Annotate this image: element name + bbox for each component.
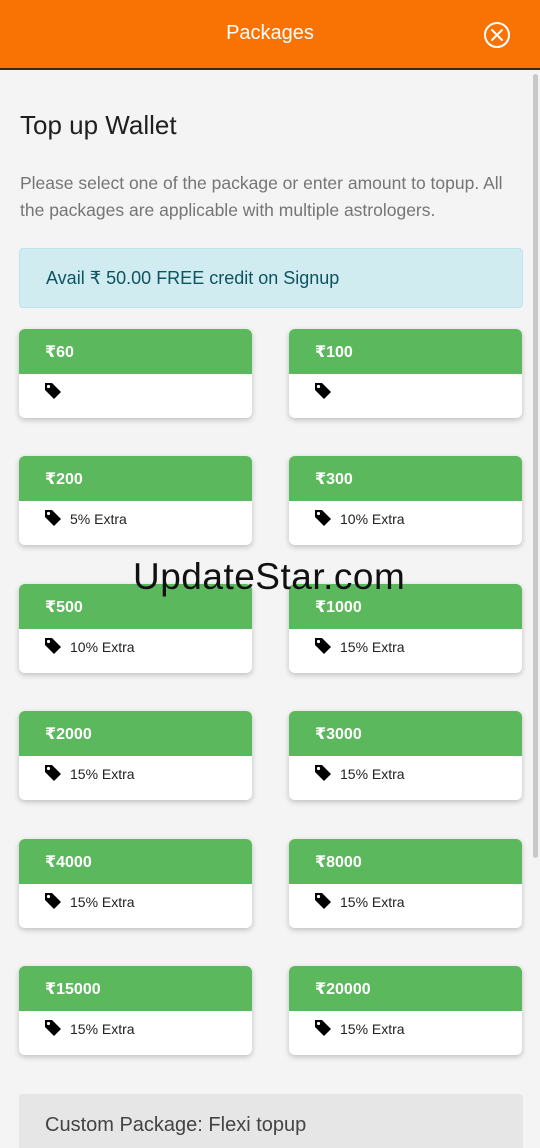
tag-icon (45, 1020, 61, 1036)
package-price: ₹20000 (315, 981, 371, 998)
package-card[interactable]: ₹3000 15% Extra (289, 711, 522, 800)
header-bar: Packages (0, 0, 540, 70)
tag-icon (45, 638, 61, 654)
tag-icon (45, 383, 61, 399)
package-header: ₹200 (19, 456, 252, 501)
package-body: 15% Extra (19, 884, 252, 928)
tag-icon (315, 383, 331, 399)
package-extra: 10% Extra (70, 639, 135, 655)
package-header: ₹15000 (19, 966, 252, 1011)
page-description: Please select one of the package or ente… (20, 173, 503, 220)
package-price: ₹200 (45, 471, 83, 488)
package-price: ₹1000 (315, 599, 362, 616)
package-body: 15% Extra (19, 1011, 252, 1055)
package-body: 15% Extra (289, 884, 522, 928)
package-price: ₹60 (45, 344, 74, 361)
package-extra: 15% Extra (70, 1021, 135, 1037)
package-body (289, 374, 522, 418)
package-extra: 15% Extra (340, 639, 405, 655)
package-header: ₹4000 (19, 839, 252, 884)
package-header: ₹20000 (289, 966, 522, 1011)
package-header: ₹8000 (289, 839, 522, 884)
package-header: ₹2000 (19, 711, 252, 756)
package-price: ₹100 (315, 344, 353, 361)
package-body: 15% Extra (289, 1011, 522, 1055)
package-body: 5% Extra (19, 501, 252, 545)
package-body (19, 374, 252, 418)
package-body: 15% Extra (19, 756, 252, 800)
signup-credit-alert: Avail ₹ 50.00 FREE credit on Signup (19, 248, 523, 308)
package-card[interactable]: ₹4000 15% Extra (19, 839, 252, 928)
package-card[interactable]: ₹200 5% Extra (19, 456, 252, 545)
package-card[interactable]: ₹100 (289, 329, 522, 418)
tag-icon (315, 893, 331, 909)
signup-credit-text: Avail ₹ 50.00 FREE credit on Signup (46, 268, 340, 288)
package-price: ₹2000 (45, 726, 92, 743)
package-header: ₹3000 (289, 711, 522, 756)
package-price: ₹3000 (315, 726, 362, 743)
package-price: ₹500 (45, 599, 83, 616)
tag-icon (45, 765, 61, 781)
package-price: ₹8000 (315, 854, 362, 871)
tag-icon (45, 893, 61, 909)
package-extra: 15% Extra (340, 766, 405, 782)
tag-icon (315, 510, 331, 526)
package-price: ₹15000 (45, 981, 101, 998)
package-extra: 10% Extra (340, 511, 405, 527)
package-extra: 15% Extra (70, 894, 135, 910)
package-body: 10% Extra (289, 501, 522, 545)
package-body: 10% Extra (19, 629, 252, 673)
package-card[interactable]: ₹300 10% Extra (289, 456, 522, 545)
package-body: 15% Extra (289, 629, 522, 673)
package-body: 15% Extra (289, 756, 522, 800)
custom-package-label: Custom Package: Flexi topup (45, 1114, 307, 1136)
package-price: ₹300 (315, 471, 353, 488)
tag-icon (45, 510, 61, 526)
package-extra: 15% Extra (340, 1021, 405, 1037)
page-title: Top up Wallet (20, 110, 177, 140)
package-card[interactable]: ₹8000 15% Extra (289, 839, 522, 928)
package-header: ₹100 (289, 329, 522, 374)
package-extra: 15% Extra (340, 894, 405, 910)
package-card[interactable]: ₹60 (19, 329, 252, 418)
package-card[interactable]: ₹15000 15% Extra (19, 966, 252, 1055)
package-card[interactable]: ₹20000 15% Extra (289, 966, 522, 1055)
watermark: UpdateStar.com (133, 556, 406, 597)
close-icon[interactable] (484, 22, 510, 48)
tag-icon (315, 638, 331, 654)
package-extra: 5% Extra (70, 511, 127, 527)
package-header: ₹300 (289, 456, 522, 501)
package-extra: 15% Extra (70, 766, 135, 782)
custom-package-panel[interactable]: Custom Package: Flexi topup (19, 1094, 523, 1148)
package-header: ₹60 (19, 329, 252, 374)
package-price: ₹4000 (45, 854, 92, 871)
tag-icon (315, 1020, 331, 1036)
package-card[interactable]: ₹2000 15% Extra (19, 711, 252, 800)
header-title: Packages (226, 22, 314, 44)
scrollbar[interactable] (533, 74, 538, 858)
tag-icon (315, 765, 331, 781)
